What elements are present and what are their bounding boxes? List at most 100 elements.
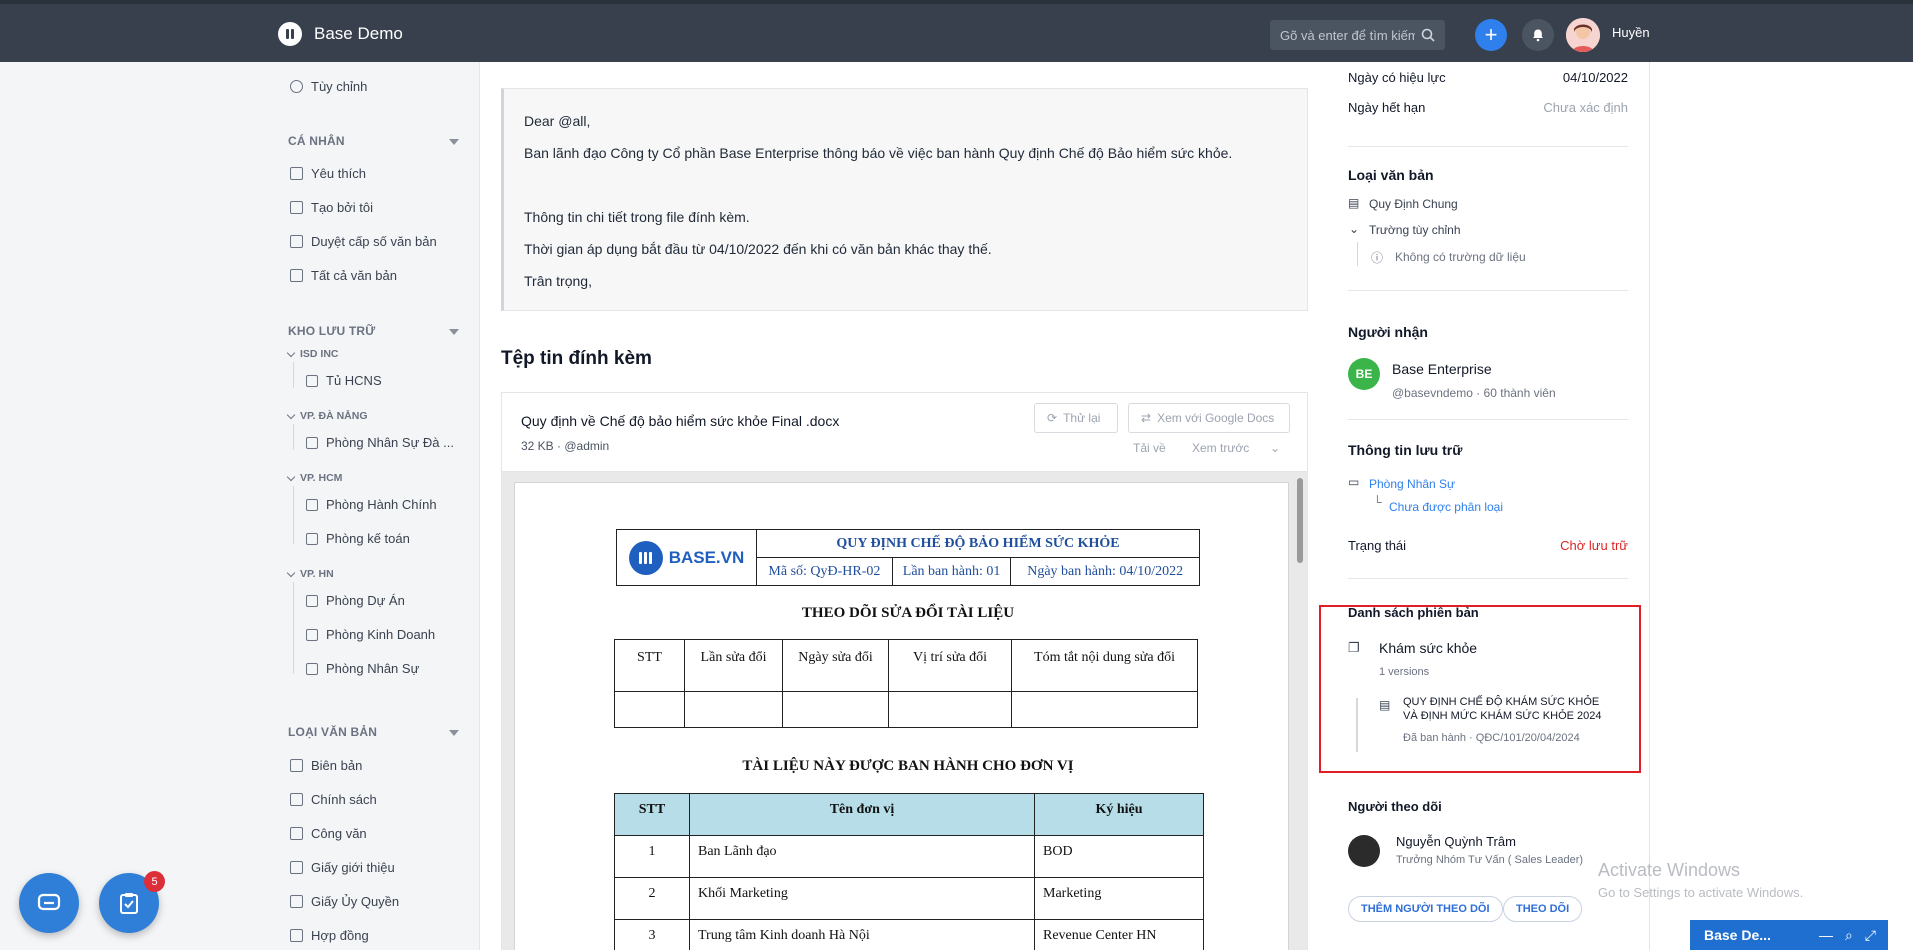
version-title-line-1[interactable]: QUY ĐỊNH CHẾ ĐỘ KHÁM SỨC KHỎE bbox=[1403, 696, 1599, 708]
google-docs-button[interactable]: ⇄ Xem với Google Docs bbox=[1128, 403, 1290, 433]
storage-group-isd[interactable]: ISD INC bbox=[286, 348, 339, 360]
follow-button[interactable]: THEO DÕI bbox=[1503, 896, 1583, 922]
sidebar-item-settings[interactable]: Tùy chỉnh bbox=[290, 79, 367, 94]
sidebar-item-created-by-me[interactable]: Tạo bởi tôi bbox=[290, 200, 373, 215]
document-icon bbox=[290, 201, 303, 214]
sidebar-item-label: Duyệt cấp số văn bản bbox=[311, 234, 437, 249]
table-cell: Ban Lãnh đạo bbox=[689, 835, 1035, 878]
sidebar-item-approve-numbers[interactable]: Duyệt cấp số văn bản bbox=[290, 234, 437, 249]
base-logo-icon bbox=[628, 540, 663, 575]
attachments-title: Tệp tin đính kèm bbox=[501, 348, 652, 369]
sidebar-item-label: Phòng Hành Chính bbox=[326, 497, 437, 512]
sidebar-item-hr[interactable]: Phòng Nhân Sự bbox=[306, 661, 419, 676]
preview-scrollbar[interactable] bbox=[1297, 478, 1303, 563]
doc-type-icon bbox=[290, 895, 303, 908]
sidebar-item-accounting[interactable]: Phòng kế toán bbox=[306, 531, 410, 546]
recipient-name[interactable]: Base Enterprise bbox=[1392, 361, 1492, 377]
follower-name[interactable]: Nguyễn Quỳnh Trâm bbox=[1396, 834, 1516, 849]
table-header-cell: Tên đơn vị bbox=[689, 793, 1035, 836]
table-cell: Khối Marketing bbox=[689, 877, 1035, 920]
recipients-heading: Người nhận bbox=[1348, 324, 1428, 340]
version-group-name[interactable]: Khám sức khỏe bbox=[1379, 640, 1477, 656]
sidebar-item-doc-type[interactable]: Biên bản bbox=[290, 758, 362, 773]
version-title-line-2[interactable]: VÀ ĐỊNH MỨC KHÁM SỨC KHỎE 2024 bbox=[1403, 710, 1602, 722]
bell-icon bbox=[1533, 29, 1543, 42]
search-icon[interactable] bbox=[1421, 28, 1435, 42]
tree-line bbox=[293, 362, 294, 388]
sidebar-item-label: Chính sách bbox=[311, 792, 377, 807]
file-name[interactable]: Quy định về Chế độ bảo hiểm sức khỏe Fin… bbox=[521, 413, 839, 429]
create-button[interactable]: + bbox=[1475, 19, 1507, 51]
doc-title: QUY ĐỊNH CHẾ ĐỘ BẢO HIỂM SỨC KHỎE bbox=[756, 529, 1200, 558]
document-preview[interactable]: BASE.VN QUY ĐỊNH CHẾ ĐỘ BẢO HIỂM SỨC KHỎ… bbox=[502, 471, 1307, 950]
collapse-caret-icon[interactable] bbox=[449, 730, 459, 736]
follower-avatar bbox=[1348, 835, 1380, 867]
sidebar-item-label: Tùy chỉnh bbox=[311, 79, 368, 94]
tree-line bbox=[293, 424, 294, 450]
download-link[interactable]: Tải về bbox=[1133, 441, 1166, 455]
collapse-caret-icon[interactable] bbox=[449, 329, 459, 335]
search-icon[interactable]: ⌕ bbox=[1845, 927, 1853, 944]
divider bbox=[1348, 419, 1628, 420]
storage-group-da-nang[interactable]: VP. ĐÀ NẴNG bbox=[286, 410, 368, 422]
chat-window-bar[interactable]: Base De... — ⌕ ⤢ bbox=[1690, 920, 1888, 950]
sidebar-item-favorites[interactable]: Yêu thích bbox=[290, 166, 366, 181]
add-follower-button[interactable]: THÊM NGƯỜI THEO DÕI bbox=[1348, 896, 1503, 922]
preview-link[interactable]: Xem trước bbox=[1192, 441, 1249, 455]
doc-type-value: Quy Định Chung bbox=[1369, 197, 1458, 211]
retry-button[interactable]: ⟳ Thử lại bbox=[1034, 403, 1118, 433]
top-strip bbox=[0, 0, 1913, 4]
sidebar-item-doc-type[interactable]: Chính sách bbox=[290, 792, 377, 807]
expiry-date-label: Ngày hết hạn bbox=[1348, 100, 1426, 115]
search-input[interactable] bbox=[1280, 27, 1415, 43]
sidebar-item-all-documents[interactable]: Tất cả văn bản bbox=[290, 268, 397, 283]
storage-group-hn[interactable]: VP. HN bbox=[286, 568, 334, 580]
storage-folder-link[interactable]: Phòng Nhân Sự bbox=[1369, 477, 1455, 491]
message-line: Dear @all, bbox=[524, 113, 591, 129]
section-heading-doc-types: LOẠI VĂN BẢN bbox=[288, 725, 378, 739]
username[interactable]: Huyền bbox=[1612, 25, 1650, 40]
message-line bbox=[524, 169, 1287, 201]
sidebar-item-admin[interactable]: Phòng Hành Chính bbox=[306, 497, 437, 512]
chevron-down-icon[interactable]: ⌄ bbox=[1349, 222, 1359, 236]
activate-title: Activate Windows bbox=[1598, 860, 1741, 880]
doc-type-icon bbox=[290, 759, 303, 772]
notification-button[interactable] bbox=[1522, 19, 1554, 51]
chat-fab[interactable] bbox=[19, 873, 79, 933]
collapse-caret-icon[interactable] bbox=[449, 139, 459, 145]
user-avatar[interactable] bbox=[1566, 18, 1600, 52]
doc-header-table: BASE.VN QUY ĐỊNH CHẾ ĐỘ BẢO HIỂM SỨC KHỎ… bbox=[616, 529, 1200, 586]
message-line: Thời gian áp dụng bắt đầu từ 04/10/2022 … bbox=[524, 241, 992, 257]
sidebar-item-label: Tủ HCNS bbox=[326, 373, 382, 388]
brand[interactable]: Base Demo bbox=[278, 22, 403, 46]
folder-icon bbox=[306, 498, 318, 511]
chat-icon bbox=[37, 893, 61, 911]
storage-category-link[interactable]: Chưa được phân loại bbox=[1389, 500, 1503, 514]
folder-icon bbox=[306, 594, 318, 607]
storage-group-hcm[interactable]: VP. HCM bbox=[286, 472, 342, 484]
effective-date-label: Ngày có hiệu lực bbox=[1348, 70, 1446, 85]
sidebar-item-label: Giấy giới thiệu bbox=[311, 860, 395, 875]
chevron-down-icon[interactable]: ⌄ bbox=[1270, 441, 1280, 455]
table-cell: Trung tâm Kinh doanh Hà Nội bbox=[689, 919, 1035, 950]
no-data-text: Không có trường dữ liệu bbox=[1395, 250, 1526, 264]
sidebar-item-doc-type[interactable]: Giấy Ủy Quyền bbox=[290, 894, 399, 909]
expand-icon[interactable]: ⤢ bbox=[1865, 927, 1876, 944]
table-cell: BOD bbox=[1034, 835, 1204, 878]
sidebar-item-doc-type[interactable]: Hợp đồng bbox=[290, 928, 369, 943]
copy-icon: ❐ bbox=[1348, 640, 1360, 655]
sidebar-item-projects[interactable]: Phòng Dự Án bbox=[306, 593, 405, 608]
sidebar-item-doc-type[interactable]: Giấy giới thiệu bbox=[290, 860, 395, 875]
table-cell: 1 bbox=[614, 835, 690, 878]
sidebar-item-label: Phòng Kinh Doanh bbox=[326, 627, 436, 642]
sidebar-item-hr-da-nang[interactable]: Phòng Nhân Sự Đà ... bbox=[306, 435, 454, 450]
sidebar-item-tu-hcns[interactable]: Tủ HCNS bbox=[306, 373, 382, 388]
custom-field-toggle[interactable]: Trường tùy chỉnh bbox=[1369, 223, 1461, 237]
sidebar-item-label: Hợp đồng bbox=[311, 928, 369, 943]
expiry-date-value: Chưa xác định bbox=[1543, 100, 1628, 115]
group-label: VP. HN bbox=[300, 568, 334, 580]
sidebar-item-doc-type[interactable]: Công văn bbox=[290, 826, 367, 841]
search-box[interactable] bbox=[1270, 20, 1445, 50]
sidebar-item-sales[interactable]: Phòng Kinh Doanh bbox=[306, 627, 435, 642]
minimize-icon[interactable]: — bbox=[1819, 927, 1833, 944]
